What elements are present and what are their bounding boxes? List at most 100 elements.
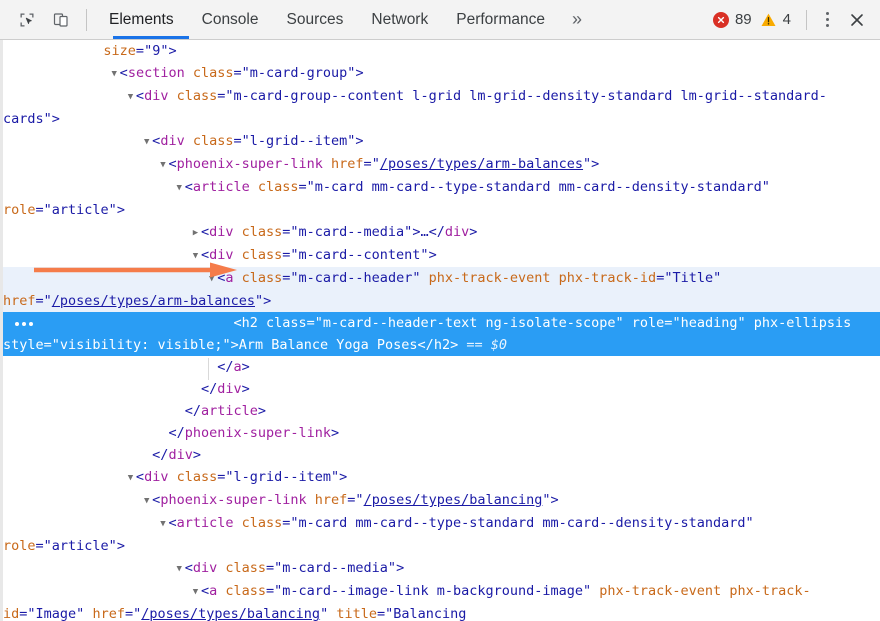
- dom-attribute-name: role: [3, 202, 36, 218]
- dom-href-link[interactable]: /poses/types/arm-balances: [52, 293, 255, 309]
- expand-triangle-icon[interactable]: ▼: [157, 513, 168, 535]
- error-counter[interactable]: 89: [709, 11, 756, 28]
- devtools-toolbar: Elements Console Sources Network Perform…: [0, 0, 880, 40]
- expand-triangle-icon[interactable]: ▼: [206, 268, 217, 290]
- dom-tag-name: a: [209, 583, 218, 599]
- dom-node-hovered[interactable]: ▼ <a class="m-card--header" phx-track-eve…: [3, 267, 880, 312]
- expand-triangle-icon[interactable]: ▼: [125, 467, 136, 489]
- devtools-window: Elements Console Sources Network Perform…: [0, 0, 880, 621]
- expand-triangle-icon[interactable]: ▼: [174, 177, 185, 199]
- dom-punctuation: [323, 156, 331, 172]
- dom-href-link[interactable]: /poses/types/balancing: [141, 606, 320, 621]
- device-toolbar-icon[interactable]: [44, 5, 78, 35]
- dom-node-row[interactable]: </div>: [3, 444, 880, 466]
- expand-triangle-icon[interactable]: ▼: [125, 86, 136, 108]
- dom-tag-name: section: [127, 65, 185, 81]
- dom-node-row[interactable]: ▼ <div class="l-grid--item">: [3, 130, 880, 153]
- more-tabs-button[interactable]: »: [559, 0, 595, 40]
- dom-punctuation: =: [266, 583, 275, 599]
- dom-node-row[interactable]: </div>: [3, 378, 880, 400]
- dom-node-row[interactable]: </article>: [3, 400, 880, 422]
- dom-punctuation: [233, 247, 241, 263]
- dom-node-row[interactable]: ▼ <div class="m-card-group--content l-gri…: [3, 85, 880, 130]
- inspect-element-icon[interactable]: [10, 5, 44, 35]
- expand-triangle-icon[interactable]: ▼: [109, 63, 120, 85]
- dom-attribute-value: "article": [43, 202, 117, 218]
- dom-punctuation: </: [168, 425, 185, 441]
- tab-console[interactable]: Console: [188, 0, 273, 40]
- expand-triangle-icon[interactable]: ▼: [174, 558, 185, 580]
- dom-tag-name: div: [209, 224, 234, 240]
- dom-attribute-name: size: [103, 43, 136, 59]
- dom-punctuation: ": [371, 156, 380, 172]
- dom-attribute-value: "9": [144, 43, 169, 59]
- dom-attribute-value: "l-grid--item": [241, 133, 356, 149]
- dom-punctuation: ": [320, 606, 329, 621]
- dom-punctuation: =: [124, 606, 134, 621]
- issue-counters: 89 4: [709, 11, 795, 28]
- dom-punctuation: <: [135, 88, 145, 104]
- dom-punctuation: =: [35, 202, 44, 218]
- expand-triangle-icon[interactable]: ▼: [141, 131, 152, 153]
- dom-node-row[interactable]: </phoenix-super-link>: [3, 422, 880, 444]
- dom-tree[interactable]: size="9"> ▼ <section class="m-card-group"…: [0, 40, 880, 621]
- dom-node-row[interactable]: ▼ <div class="l-grid--item">: [3, 466, 880, 489]
- warning-counter[interactable]: 4: [756, 11, 795, 28]
- tab-sources[interactable]: Sources: [273, 0, 358, 40]
- dom-node-row[interactable]: </a>: [3, 356, 880, 378]
- dom-punctuation: </: [184, 403, 201, 419]
- node-overflow-ellipsis-badge[interactable]: [15, 319, 41, 328]
- dom-punctuation: </: [152, 447, 169, 463]
- expand-triangle-icon[interactable]: ▼: [141, 490, 152, 512]
- dom-punctuation: [233, 224, 241, 240]
- tab-network[interactable]: Network: [357, 0, 442, 40]
- dom-attribute-name: role: [3, 538, 36, 554]
- dom-node-row[interactable]: ▼ <section class="m-card-group">: [3, 62, 880, 85]
- dom-text-node: …: [420, 224, 429, 240]
- dom-node-row[interactable]: ▶ <div class="m-card--media">…</div>: [3, 221, 880, 244]
- dom-attribute-name: href: [314, 492, 348, 508]
- dom-node-row[interactable]: ▼ <phoenix-super-link href="/poses/types/…: [3, 489, 880, 512]
- dom-attribute-value: "Balancing: [385, 606, 467, 621]
- dom-attribute-name: phx-track-event: [428, 270, 551, 286]
- tab-performance[interactable]: Performance: [442, 0, 559, 40]
- tab-elements[interactable]: Elements: [95, 0, 188, 40]
- dom-attribute-value: "m-card mm-card--type-standard mm-card--…: [290, 515, 754, 531]
- dom-punctuation: >: [116, 202, 125, 218]
- collapse-triangle-icon[interactable]: ▶: [190, 222, 201, 244]
- dom-punctuation: [258, 315, 266, 331]
- dom-node-row[interactable]: ▼ <phoenix-super-link href="/poses/types/…: [3, 153, 880, 176]
- dom-node-row[interactable]: ▼ <a class="m-card--image-link m-backgrou…: [3, 580, 880, 621]
- dom-attribute-name: title: [336, 606, 377, 621]
- dom-node-row[interactable]: ▼ <article class="m-card mm-card--type-st…: [3, 512, 880, 557]
- dom-text-node: Arm Balance Yoga Poses: [238, 337, 418, 353]
- dom-attribute-name: href: [92, 606, 125, 621]
- dom-tag-name: article: [200, 403, 258, 419]
- expand-triangle-icon[interactable]: ▼: [157, 154, 168, 176]
- close-devtools-button[interactable]: [840, 5, 874, 35]
- dom-node-row[interactable]: ▼ <article class="m-card mm-card--type-st…: [3, 176, 880, 221]
- dom-node-row[interactable]: ▼ <div class="m-card--content">: [3, 244, 880, 267]
- dom-punctuation: [233, 515, 241, 531]
- expand-triangle-icon[interactable]: ▼: [190, 581, 201, 603]
- devtools-menu-button[interactable]: [814, 5, 840, 35]
- dom-href-link[interactable]: /poses/types/arm-balances: [380, 156, 583, 172]
- dom-punctuation: [851, 315, 859, 331]
- dom-attribute-name: class: [241, 247, 283, 263]
- dom-node-row[interactable]: size="9">: [3, 40, 880, 62]
- dom-node-selected[interactable]: <h2 class="m-card--header-text ng-isolat…: [3, 312, 880, 356]
- toolbar-divider: [86, 8, 87, 31]
- expand-triangle-icon[interactable]: ▼: [190, 245, 201, 267]
- dom-punctuation: =: [35, 538, 44, 554]
- dom-punctuation: ": [355, 492, 364, 508]
- dom-punctuation: [233, 270, 241, 286]
- dom-node-row[interactable]: ▼ <div class="m-card--media">: [3, 557, 880, 580]
- dom-punctuation: >: [396, 560, 405, 576]
- toolbar-divider-right: [806, 9, 807, 30]
- dom-href-link[interactable]: /poses/types/balancing: [364, 492, 543, 508]
